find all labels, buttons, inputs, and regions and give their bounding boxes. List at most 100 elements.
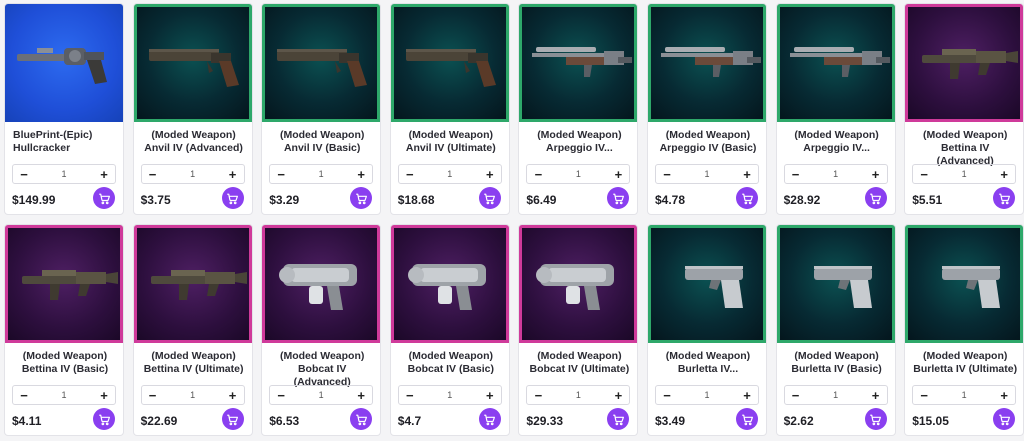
product-image[interactable] (776, 225, 895, 343)
increment-button[interactable]: + (993, 167, 1015, 182)
add-to-cart-button[interactable] (864, 408, 887, 430)
add-to-cart-button[interactable] (93, 187, 115, 209)
increment-button[interactable]: + (350, 167, 372, 182)
product-card[interactable]: (Moded Weapon) Anvil IV (Advanced) −1 + $3.… (132, 3, 253, 215)
product-card[interactable]: (Moded Weapon) Arpeggio IV... −1 + $28.92 (775, 3, 896, 215)
increment-button[interactable]: + (736, 388, 758, 403)
product-image[interactable] (648, 4, 766, 122)
product-image[interactable] (133, 4, 252, 122)
increment-button[interactable]: + (736, 167, 758, 182)
product-image[interactable] (905, 225, 1024, 343)
product-card[interactable]: (Moded Weapon) Bettina IV (Ultimate) −1 + $… (132, 224, 253, 436)
quantity-input[interactable]: 1 (935, 169, 993, 179)
product-title[interactable]: (Moded Weapon) Bettina IV (Advanced) (911, 129, 1019, 168)
product-title[interactable]: (Moded Weapon) Bobcat IV (Basic) (397, 350, 505, 376)
product-title[interactable]: (Moded Weapon) Burletta IV (Basic) (783, 350, 891, 376)
add-to-cart-button[interactable] (478, 187, 501, 209)
decrement-button[interactable]: − (527, 167, 549, 182)
product-title[interactable]: (Moded Weapon) Anvil IV (Ultimate) (397, 129, 505, 155)
product-card[interactable]: (Moded Weapon) Burletta IV (Ultimate) −1 +… (904, 224, 1024, 436)
decrement-button[interactable]: − (399, 388, 421, 403)
quantity-input[interactable]: 1 (807, 390, 865, 400)
decrement-button[interactable]: − (13, 167, 35, 182)
decrement-button[interactable]: − (270, 167, 292, 182)
increment-button[interactable]: + (479, 388, 501, 403)
product-image[interactable] (390, 225, 509, 343)
decrement-button[interactable]: − (527, 388, 549, 403)
decrement-button[interactable]: − (785, 388, 807, 403)
increment-button[interactable]: + (93, 388, 115, 403)
decrement-button[interactable]: − (270, 388, 292, 403)
product-card[interactable]: (Moded Weapon) Bettina IV (Advanced) −1 + $… (904, 3, 1024, 215)
increment-button[interactable]: + (93, 167, 115, 182)
product-title[interactable]: (Moded Weapon) Burletta IV... (654, 350, 762, 376)
product-title[interactable]: (Moded Weapon) Bobcat IV (Advanced) (268, 350, 376, 389)
product-image[interactable] (5, 4, 123, 122)
product-title[interactable]: (Moded Weapon) Arpeggio IV... (525, 129, 633, 155)
product-image[interactable] (519, 225, 638, 343)
product-title[interactable]: BluePrint-(Epic) Hullcracker (13, 129, 121, 155)
product-card[interactable]: (Moded Weapon) Burletta IV... −1 + $3.49 (647, 224, 767, 436)
quantity-input[interactable]: 1 (292, 169, 350, 179)
quantity-input[interactable]: 1 (35, 169, 93, 179)
quantity-input[interactable]: 1 (35, 390, 93, 400)
quantity-input[interactable]: 1 (164, 390, 222, 400)
decrement-button[interactable]: − (913, 167, 935, 182)
add-to-cart-button[interactable] (221, 187, 244, 209)
quantity-input[interactable]: 1 (549, 390, 607, 400)
decrement-button[interactable]: − (399, 167, 421, 182)
product-card[interactable]: BluePrint-(Epic) Hullcracker −1 + $149.99 (4, 3, 124, 215)
increment-button[interactable]: + (865, 388, 887, 403)
product-card[interactable]: (Moded Weapon) Arpeggio IV... −1 + $6.49 (518, 3, 639, 215)
product-card[interactable]: (Moded Weapon) Anvil IV (Basic) −1 + $3.29 (261, 3, 382, 215)
add-to-cart-button[interactable] (736, 187, 758, 209)
increment-button[interactable]: + (607, 388, 629, 403)
decrement-button[interactable]: − (913, 388, 935, 403)
increment-button[interactable]: + (865, 167, 887, 182)
product-image[interactable] (390, 4, 509, 122)
product-image[interactable] (776, 4, 895, 122)
decrement-button[interactable]: − (656, 388, 678, 403)
add-to-cart-button[interactable] (993, 187, 1016, 209)
quantity-input[interactable]: 1 (807, 169, 865, 179)
decrement-button[interactable]: − (785, 167, 807, 182)
increment-button[interactable]: + (222, 388, 244, 403)
product-title[interactable]: (Moded Weapon) Burletta IV (Ultimate) (911, 350, 1019, 376)
add-to-cart-button[interactable] (478, 408, 501, 430)
quantity-input[interactable]: 1 (935, 390, 993, 400)
product-image[interactable] (519, 4, 638, 122)
quantity-input[interactable]: 1 (292, 390, 350, 400)
product-title[interactable]: (Moded Weapon) Bobcat IV (Ultimate) (525, 350, 633, 376)
add-to-cart-button[interactable] (607, 187, 630, 209)
decrement-button[interactable]: − (142, 388, 164, 403)
quantity-input[interactable]: 1 (421, 390, 479, 400)
add-to-cart-button[interactable] (221, 408, 244, 430)
product-card[interactable]: (Moded Weapon) Bobcat IV (Advanced) −1 + $6… (261, 224, 382, 436)
product-card[interactable]: (Moded Weapon) Arpeggio IV (Basic) −1 + $4.… (647, 3, 767, 215)
product-image[interactable] (262, 225, 381, 343)
increment-button[interactable]: + (993, 388, 1015, 403)
product-card[interactable]: (Moded Weapon) Anvil IV (Ultimate) −1 + $18… (389, 3, 510, 215)
add-to-cart-button[interactable] (993, 408, 1016, 430)
product-title[interactable]: (Moded Weapon) Arpeggio IV (Basic) (654, 129, 762, 155)
product-title[interactable]: (Moded Weapon) Bettina IV (Basic) (11, 350, 119, 376)
product-image[interactable] (5, 225, 123, 343)
product-card[interactable]: (Moded Weapon) Burletta IV (Basic) −1 + $2.… (775, 224, 896, 436)
product-card[interactable]: (Moded Weapon) Bobcat IV (Basic) −1 + $4.7 (389, 224, 510, 436)
decrement-button[interactable]: − (656, 167, 678, 182)
add-to-cart-button[interactable] (736, 408, 758, 430)
increment-button[interactable]: + (350, 388, 372, 403)
quantity-input[interactable]: 1 (549, 169, 607, 179)
add-to-cart-button[interactable] (350, 187, 373, 209)
product-title[interactable]: (Moded Weapon) Arpeggio IV... (783, 129, 891, 155)
add-to-cart-button[interactable] (607, 408, 630, 430)
add-to-cart-button[interactable] (864, 187, 887, 209)
product-title[interactable]: (Moded Weapon) Bettina IV (Ultimate) (140, 350, 248, 376)
add-to-cart-button[interactable] (350, 408, 373, 430)
product-image[interactable] (133, 225, 252, 343)
quantity-input[interactable]: 1 (421, 169, 479, 179)
decrement-button[interactable]: − (142, 167, 164, 182)
product-card[interactable]: (Moded Weapon) Bobcat IV (Ultimate) −1 + $2… (518, 224, 639, 436)
decrement-button[interactable]: − (13, 388, 35, 403)
product-image[interactable] (905, 4, 1024, 122)
